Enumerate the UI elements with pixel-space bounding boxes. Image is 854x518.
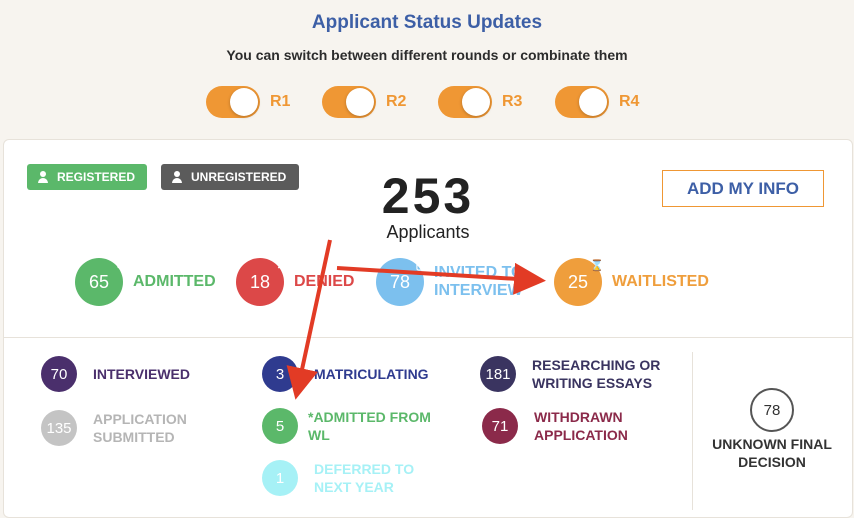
round-toggle-r2[interactable]: R2 — [322, 84, 406, 120]
researching-count: 181 — [480, 356, 516, 392]
invited-count-circle: 78 ▢ — [376, 258, 426, 306]
admitted-label: ADMITTED — [133, 273, 216, 290]
unknown-label-line2: DECISION — [738, 454, 806, 470]
vertical-divider — [692, 352, 693, 510]
denied-count-circle: 18 ✕ — [236, 258, 286, 306]
user-icon — [171, 171, 183, 183]
check-icon: ✓ — [115, 260, 125, 272]
admitted-count-circle: 65 ✓ — [75, 258, 125, 306]
admitted-wl-label: *ADMITTED FROM WL — [308, 408, 431, 444]
stat-denied[interactable]: 18 ✕ DENIED — [236, 258, 354, 306]
unknown-label: UNKNOWN FINAL DECISION — [700, 435, 844, 471]
admitted-count: 65 — [88, 271, 110, 292]
stat-application-submitted[interactable]: 135 APPLICATION SUBMITTED — [41, 410, 187, 446]
submitted-label-line2: SUBMITTED — [93, 429, 175, 445]
stat-researching[interactable]: 181 RESEARCHING OR WRITING ESSAYS — [480, 356, 660, 392]
admitted-wl-label-line2: WL — [308, 427, 330, 443]
stat-invited[interactable]: 78 ▢ INVITED TO INTERVIEW — [376, 258, 524, 306]
round-label: R4 — [619, 93, 640, 110]
waitlisted-count: 25 — [567, 271, 589, 292]
invited-count: 78 — [389, 271, 411, 292]
registered-badge[interactable]: REGISTERED — [27, 164, 147, 190]
toggle-switch[interactable] — [555, 86, 609, 118]
withdrawn-label-line2: APPLICATION — [534, 427, 628, 443]
stat-admitted-from-wl[interactable]: 5 *ADMITTED FROM WL — [262, 408, 431, 444]
user-icon — [37, 171, 49, 183]
submitted-label-line1: APPLICATION — [93, 411, 187, 427]
waitlisted-count-circle: 25 ⌛ — [554, 258, 604, 306]
applicant-label: Applicants — [386, 222, 470, 242]
toggle-switch[interactable] — [438, 86, 492, 118]
round-toggles: R1 R2 R3 R4 — [0, 84, 854, 120]
matriculating-label: MATRICULATING — [314, 366, 429, 382]
stat-interviewed[interactable]: 70 INTERVIEWED — [41, 356, 190, 392]
unregistered-label: UNREGISTERED — [191, 170, 287, 184]
round-label: R3 — [502, 93, 523, 110]
stat-matriculating[interactable]: 3 MATRICULATING — [262, 356, 429, 392]
denied-count: 18 — [249, 271, 271, 292]
deferred-label: DEFERRED TO NEXT YEAR — [314, 460, 414, 496]
page-title: Applicant Status Updates — [311, 12, 543, 33]
deferred-label-line1: DEFERRED TO — [314, 461, 415, 477]
withdrawn-label: WITHDRAWN APPLICATION — [534, 408, 628, 444]
matriculating-count: 3 — [262, 356, 298, 392]
stat-waitlisted[interactable]: 25 ⌛ WAITLISTED — [554, 258, 709, 306]
researching-label-line1: RESEARCHING OR — [532, 357, 661, 373]
round-toggle-r4[interactable]: R4 — [555, 84, 639, 120]
invited-label-line2: INTERVIEW — [434, 282, 523, 299]
withdrawn-count: 71 — [482, 408, 518, 444]
x-icon: ✕ — [276, 260, 286, 272]
admitted-wl-count: 5 — [262, 408, 298, 444]
calendar-icon: ▢ — [415, 260, 426, 272]
hourglass-icon: ⌛ — [590, 260, 604, 272]
interviewed-label: INTERVIEWED — [93, 366, 190, 382]
researching-label-line2: WRITING ESSAYS — [532, 375, 653, 391]
stat-admitted[interactable]: 65 ✓ ADMITTED — [75, 258, 216, 306]
submitted-count: 135 — [41, 410, 77, 446]
denied-label: DENIED — [294, 273, 355, 290]
divider — [4, 337, 852, 338]
page-subtitle: You can switch between different rounds … — [226, 47, 628, 63]
waitlisted-label: WAITLISTED — [612, 273, 709, 290]
unregistered-badge[interactable]: UNREGISTERED — [161, 164, 299, 190]
round-label: R1 — [270, 93, 291, 110]
submitted-label: APPLICATION SUBMITTED — [93, 410, 187, 446]
registered-label: REGISTERED — [57, 170, 136, 184]
deferred-count: 1 — [262, 460, 298, 496]
toggle-switch[interactable] — [322, 86, 376, 118]
invited-label-line1: INVITED TO — [434, 264, 524, 281]
researching-label: RESEARCHING OR WRITING ESSAYS — [532, 356, 660, 392]
interviewed-count: 70 — [41, 356, 77, 392]
stat-deferred[interactable]: 1 DEFERRED TO NEXT YEAR — [262, 460, 414, 496]
withdrawn-label-line1: WITHDRAWN — [534, 409, 623, 425]
round-toggle-r3[interactable]: R3 — [438, 84, 522, 120]
round-label: R2 — [386, 93, 407, 110]
admitted-wl-label-line1: *ADMITTED FROM — [308, 409, 431, 425]
unknown-label-line1: UNKNOWN FINAL — [712, 436, 832, 452]
applicant-count: 253 — [381, 168, 475, 224]
invited-label: INVITED TO INTERVIEW — [434, 264, 524, 300]
round-toggle-r1[interactable]: R1 — [206, 84, 290, 120]
stat-withdrawn[interactable]: 71 WITHDRAWN APPLICATION — [482, 408, 628, 444]
toggle-switch[interactable] — [206, 86, 260, 118]
deferred-label-line2: NEXT YEAR — [314, 479, 394, 495]
add-my-info-button[interactable]: ADD MY INFO — [662, 170, 824, 207]
unknown-count[interactable]: 78 — [750, 388, 794, 432]
